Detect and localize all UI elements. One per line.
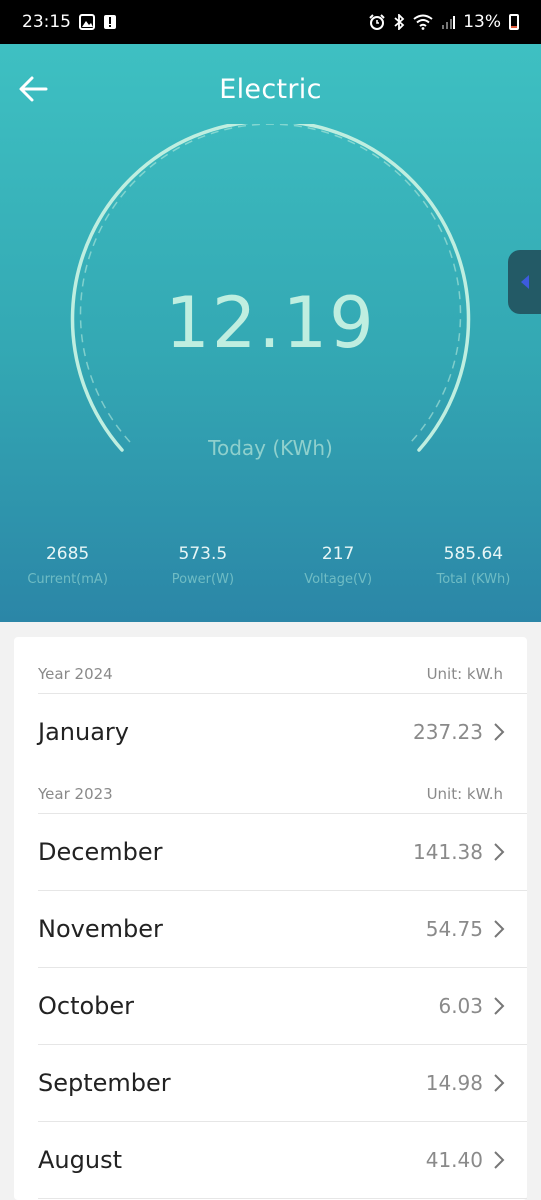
month-name: January — [38, 718, 129, 746]
year-header-2023: Year 2023 Unit: kW.h — [14, 770, 527, 813]
stat-label: Total (KWh) — [436, 572, 511, 587]
chevron-right-icon — [494, 1074, 505, 1092]
month-name: November — [38, 915, 163, 943]
month-value: 6.03 — [438, 994, 483, 1018]
triangle-left-icon — [520, 275, 529, 289]
month-row-december[interactable]: December 141.38 — [14, 814, 527, 890]
year-label: Year 2023 — [38, 785, 113, 803]
month-value: 54.75 — [425, 917, 483, 941]
stats-row: 2685 Current(mA) 573.5 Power(W) 217 Volt… — [0, 544, 541, 587]
stat-current: 2685 Current(mA) — [0, 544, 135, 587]
status-time: 23:15 — [22, 12, 71, 32]
month-row-january[interactable]: January 237.23 — [14, 694, 527, 770]
bluetooth-icon — [394, 14, 405, 30]
divider — [38, 1198, 527, 1199]
battery-percent: 13% — [463, 12, 501, 32]
chevron-right-icon — [494, 843, 505, 861]
month-row-october[interactable]: October 6.03 — [14, 968, 527, 1044]
chevron-right-icon — [494, 920, 505, 938]
today-label: Today (KWh) — [208, 436, 333, 460]
stat-value: 573.5 — [178, 544, 228, 564]
signal-icon — [442, 16, 456, 29]
energy-hero: Electric 12.19 Today (KWh) 2685 Current(… — [0, 44, 541, 622]
stat-voltage: 217 Voltage(V) — [271, 544, 406, 587]
chevron-right-icon — [494, 997, 505, 1015]
month-value: 141.38 — [413, 840, 483, 864]
page-title: Electric — [219, 74, 322, 105]
month-name: August — [38, 1146, 122, 1174]
history-card: Year 2024 Unit: kW.h January 237.23 Year… — [14, 637, 527, 1200]
stat-label: Current(mA) — [27, 572, 108, 587]
month-name: October — [38, 992, 135, 1020]
stat-value: 217 — [321, 544, 355, 564]
stat-label: Power(W) — [171, 572, 235, 587]
chevron-right-icon — [494, 723, 505, 741]
month-row-september[interactable]: September 14.98 — [14, 1045, 527, 1121]
stat-label: Voltage(V) — [304, 572, 373, 587]
month-value: 14.98 — [425, 1071, 483, 1095]
unit-label: Unit: kW.h — [426, 785, 503, 803]
year-header-2024: Year 2024 Unit: kW.h — [14, 637, 527, 693]
gallery-icon — [79, 14, 95, 30]
stat-power: 573.5 Power(W) — [135, 544, 270, 587]
month-name: December — [38, 838, 163, 866]
battery-icon — [509, 14, 519, 30]
year-label: Year 2024 — [38, 665, 113, 683]
today-value: 12.19 — [165, 282, 376, 364]
status-bar: 23:15 13% — [0, 0, 541, 44]
stat-value: 585.64 — [443, 544, 504, 564]
stat-total: 585.64 Total (KWh) — [406, 544, 541, 587]
month-row-august[interactable]: August 41.40 — [14, 1122, 527, 1198]
month-value: 237.23 — [413, 720, 483, 744]
alert-icon — [104, 15, 116, 29]
alarm-icon — [369, 14, 385, 30]
unit-label: Unit: kW.h — [426, 665, 503, 683]
month-value: 41.40 — [425, 1148, 483, 1172]
month-row-november[interactable]: November 54.75 — [14, 891, 527, 967]
month-name: September — [38, 1069, 171, 1097]
chevron-right-icon — [494, 1151, 505, 1169]
wifi-icon — [413, 14, 433, 30]
side-drawer-tab[interactable] — [508, 250, 541, 314]
stat-value: 2685 — [45, 544, 90, 564]
